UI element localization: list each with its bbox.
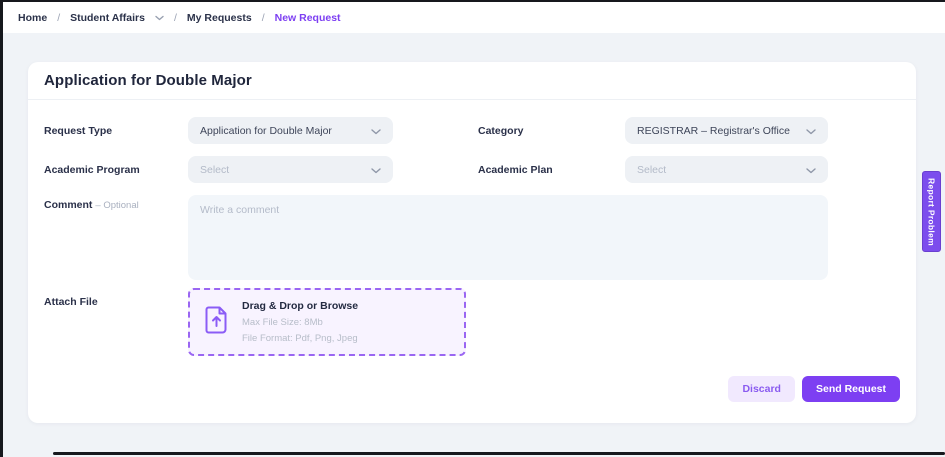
form-row-request-type-category: Request Type Application for Double Majo… (44, 117, 900, 144)
category-select[interactable]: REGISTRAR – Registrar's Office (625, 117, 828, 144)
breadcrumb-home[interactable]: Home (18, 12, 47, 24)
breadcrumb-my-requests[interactable]: My Requests (187, 12, 252, 24)
form-actions: Discard Send Request (44, 376, 900, 402)
breadcrumb-separator: / (262, 12, 265, 24)
bottom-divider (53, 452, 945, 455)
send-request-button[interactable]: Send Request (802, 376, 900, 402)
category-value: REGISTRAR – Registrar's Office (637, 125, 790, 137)
upload-title[interactable]: Drag & Drop or Browse (242, 300, 358, 312)
chevron-down-icon[interactable] (155, 15, 164, 21)
breadcrumb-new-request: New Request (275, 12, 341, 24)
comment-label: Comment– Optional (44, 195, 188, 211)
request-form-card: Application for Double Major Request Typ… (28, 62, 916, 423)
request-type-label: Request Type (44, 125, 188, 137)
page-title: Application for Double Major (44, 72, 252, 89)
form-row-comment: Comment– Optional (44, 195, 900, 280)
chevron-down-icon (371, 161, 381, 179)
comment-input[interactable] (188, 195, 828, 280)
academic-program-label: Academic Program (44, 164, 188, 176)
form-body: Request Type Application for Double Majo… (28, 100, 916, 402)
attach-file-label: Attach File (44, 288, 188, 308)
category-label: Category (478, 125, 625, 137)
upload-format: File Format: Pdf, Png, Jpeg (242, 333, 358, 344)
upload-text-block: Drag & Drop or Browse Max File Size: 8Mb… (242, 300, 358, 344)
academic-plan-placeholder: Select (637, 164, 666, 176)
academic-program-select[interactable]: Select (188, 156, 393, 183)
breadcrumb-separator: / (57, 12, 60, 24)
discard-button[interactable]: Discard (728, 376, 795, 402)
form-row-attach: Attach File Drag & Drop or Browse Max Fi… (44, 288, 900, 356)
breadcrumb: Home / Student Affairs / My Requests / N… (18, 12, 341, 24)
upload-file-icon (205, 306, 228, 339)
request-type-value: Application for Double Major (200, 125, 332, 137)
upload-max-size: Max File Size: 8Mb (242, 317, 358, 328)
academic-plan-select[interactable]: Select (625, 156, 828, 183)
request-type-select[interactable]: Application for Double Major (188, 117, 393, 144)
chevron-down-icon (806, 161, 816, 179)
breadcrumb-bar: Home / Student Affairs / My Requests / N… (3, 2, 945, 33)
breadcrumb-separator: / (174, 12, 177, 24)
comment-optional-note: – Optional (95, 200, 138, 211)
breadcrumb-student-affairs[interactable]: Student Affairs (70, 12, 145, 24)
card-header: Application for Double Major (28, 62, 916, 100)
chevron-down-icon (371, 122, 381, 140)
file-dropzone[interactable]: Drag & Drop or Browse Max File Size: 8Mb… (188, 288, 466, 356)
chevron-down-icon (806, 122, 816, 140)
form-row-program-plan: Academic Program Select Academic Plan Se… (44, 156, 900, 183)
report-problem-tab[interactable]: Report Problem (922, 171, 941, 252)
academic-program-placeholder: Select (200, 164, 229, 176)
academic-plan-label: Academic Plan (478, 164, 625, 176)
app-window: Home / Student Affairs / My Requests / N… (0, 0, 945, 457)
